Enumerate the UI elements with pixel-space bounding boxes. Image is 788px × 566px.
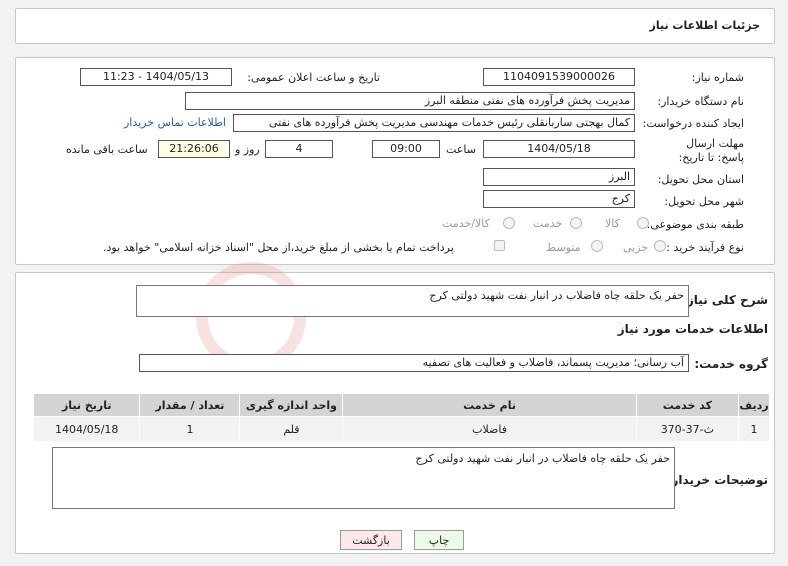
category-radio-service[interactable] [570, 217, 582, 229]
back-button[interactable]: بازگشت [340, 530, 402, 550]
announce-field: 1404/05/13 - 11:23 [80, 68, 232, 86]
province-field: البرز [483, 168, 635, 186]
table-header-row: ردیف کد خدمت نام خدمت واحد اندازه گیری ت… [32, 393, 770, 417]
city-field: کرج [483, 190, 635, 208]
print-button[interactable]: چاپ [414, 530, 464, 550]
process-label: نوع فرآیند خرید : [666, 241, 744, 254]
col-code-header: کد خدمت [635, 393, 740, 417]
days-label: روز و [235, 143, 260, 156]
cell-name: فاضلاب [342, 416, 637, 442]
remaining-time-field: 21:26:06 [158, 140, 230, 158]
announce-label: تاریخ و ساعت اعلان عمومی: [247, 71, 380, 84]
col-qty-header: تعداد / مقدار [139, 393, 241, 417]
treasury-checkbox[interactable] [494, 240, 505, 251]
process-radio-minor[interactable] [654, 240, 666, 252]
summary-label: شرح کلی نیاز: [682, 293, 768, 307]
services-heading: اطلاعات خدمات مورد نیاز [617, 322, 768, 336]
creator-field: کمال بهجتی ساربانقلی رئیس خدمات مهندسی م… [233, 114, 635, 132]
category-label: طبقه بندی موضوعی: [646, 218, 744, 231]
buyer-org-field: مدیریت پخش فرآورده های نفتی منطقه البرز [185, 92, 635, 110]
table-row: 1 ث-37-370 فاضلاب قلم 1 1404/05/18 [32, 416, 770, 442]
service-group-label: گروه خدمت: [694, 357, 768, 371]
col-unit-header: واحد اندازه گیری [239, 393, 344, 417]
cell-code: ث-37-370 [635, 416, 740, 442]
summary-field: حفر یک حلقه چاه فاضلاب در انبار نفت شهید… [136, 285, 689, 317]
details-panel [15, 57, 775, 265]
category-option-goods: کالا [605, 217, 620, 230]
buyer-contact-link[interactable]: اطلاعات تماس خریدار [124, 116, 226, 129]
cell-unit: قلم [239, 416, 344, 442]
deadline-date-field: 1404/05/18 [483, 140, 635, 158]
province-label: استان محل تحویل: [657, 173, 744, 186]
remaining-label: ساعت باقی مانده [66, 143, 148, 156]
deadline-label: مهلت ارسال پاسخ: تا تاریخ: [678, 137, 744, 164]
col-row-header: ردیف [738, 393, 770, 417]
service-group-field: آب رسانی؛ مدیریت پسماند، فاضلاب و فعالیت… [139, 354, 689, 372]
payment-note: پرداخت تمام یا بخشی از مبلغ خرید،از محل … [103, 241, 454, 254]
page-title: جزئیات اطلاعات نیاز [649, 19, 761, 32]
services-table: ردیف کد خدمت نام خدمت واحد اندازه گیری ت… [32, 393, 770, 442]
buyer-notes-field: حفر یک حلقه چاه فاضلاب در انبار نفت شهید… [52, 447, 675, 509]
category-option-both: کالا/خدمت [442, 217, 490, 230]
cell-row: 1 [738, 416, 770, 442]
deadline-time-field: 09:00 [372, 140, 440, 158]
city-label: شهر محل تحویل: [664, 195, 744, 208]
days-field: 4 [265, 140, 333, 158]
process-option-minor: جزیی [623, 241, 649, 254]
process-option-medium: متوسط [546, 241, 581, 254]
col-name-header: نام خدمت [342, 393, 637, 417]
cell-date: 1404/05/18 [32, 416, 141, 442]
cell-qty: 1 [139, 416, 241, 442]
creator-label: ایجاد کننده درخواست: [642, 117, 744, 130]
category-radio-both[interactable] [503, 217, 515, 229]
deadline-time-label: ساعت [446, 143, 476, 156]
need-number-label: شماره نیاز: [691, 71, 744, 84]
col-date-header: تاریخ نیاز [32, 393, 141, 417]
buyer-notes-label: توضیحات خریدار: [666, 473, 768, 487]
category-radio-goods[interactable] [637, 217, 649, 229]
page-header: جزئیات اطلاعات نیاز [15, 8, 775, 44]
process-radio-medium[interactable] [591, 240, 603, 252]
need-number-field: 1104091539000026 [483, 68, 635, 86]
buyer-org-label: نام دستگاه خریدار: [657, 95, 744, 108]
category-option-service: خدمت [533, 217, 563, 230]
